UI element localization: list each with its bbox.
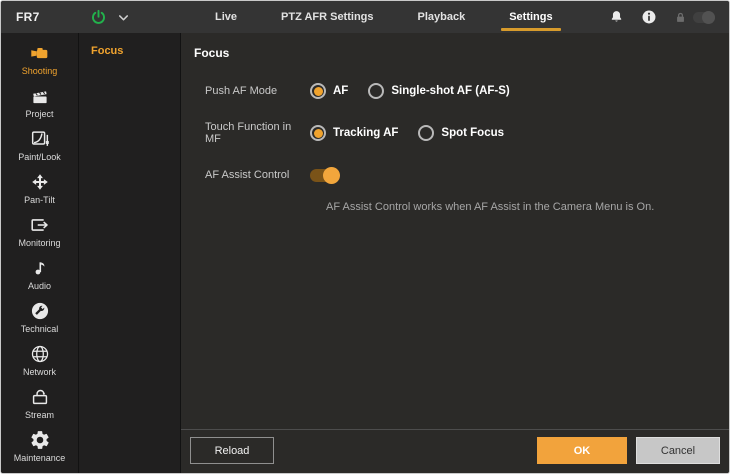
sidebar-item-label: Project <box>25 109 53 119</box>
settings-sidebar: Shooting Project <box>1 33 79 473</box>
sidebar-item-label: Paint/Look <box>18 152 61 162</box>
sidebar-item-network[interactable]: Network <box>1 341 78 379</box>
pan-tilt-icon <box>29 171 51 193</box>
sidebar-item-technical[interactable]: Technical <box>1 298 78 336</box>
tab-ptz-afr-settings[interactable]: PTZ AFR Settings <box>259 1 395 33</box>
af-assist-note: AF Assist Control works when AF Assist i… <box>326 201 654 213</box>
bell-icon <box>608 9 625 26</box>
tab-playback[interactable]: Playback <box>396 1 488 33</box>
radio-selected-icon <box>310 83 326 99</box>
radio-option-tracking-af[interactable]: Tracking AF <box>310 125 398 141</box>
topbar-icons <box>608 1 729 33</box>
sidebar-item-label: Pan-Tilt <box>24 195 55 205</box>
stream-icon <box>29 386 51 408</box>
setting-row-push-af-mode: Push AF Mode AF Single-shot AF (AF-S) <box>205 82 729 100</box>
power-button[interactable] <box>89 8 108 27</box>
sidebar-item-label: Technical <box>21 324 59 334</box>
radio-option-label: AF <box>333 85 348 97</box>
sidebar-item-pan-tilt[interactable]: Pan-Tilt <box>1 169 78 207</box>
touch-function-options: Tracking AF Spot Focus <box>310 125 504 141</box>
gear-icon <box>29 429 51 451</box>
reload-button[interactable]: Reload <box>190 437 274 464</box>
chevron-down-icon <box>116 10 131 25</box>
sidebar-item-stream[interactable]: Stream <box>1 384 78 422</box>
af-assist-note-row: AF Assist Control works when AF Assist i… <box>326 197 729 215</box>
sidebar-item-label: Shooting <box>22 66 58 76</box>
af-assist-toggle[interactable] <box>310 169 338 182</box>
screen-lock-control <box>673 10 715 25</box>
setting-label: Touch Function in MF <box>205 121 310 145</box>
setting-row-touch-function-in-mf: Touch Function in MF Tracking AF Spot Fo… <box>205 121 729 145</box>
sidebar-item-monitoring[interactable]: Monitoring <box>1 212 78 250</box>
power-group <box>89 1 131 33</box>
setting-label: Push AF Mode <box>205 85 310 97</box>
submenu-item-focus[interactable]: Focus <box>79 33 180 69</box>
push-af-mode-options: AF Single-shot AF (AF-S) <box>310 83 510 99</box>
sidebar-item-label: Audio <box>28 281 51 291</box>
power-menu-button[interactable] <box>116 10 131 25</box>
music-note-icon <box>30 257 50 279</box>
main-tabs: Live PTZ AFR Settings Playback Settings <box>193 1 575 33</box>
setting-label: AF Assist Control <box>205 169 310 181</box>
radio-option-label: Tracking AF <box>333 127 398 139</box>
radio-selected-icon <box>310 125 326 141</box>
camcorder-icon <box>28 42 52 64</box>
radio-option-label: Single-shot AF (AF-S) <box>391 85 509 97</box>
sidebar-item-label: Network <box>23 367 56 377</box>
settings-rows: Push AF Mode AF Single-shot AF (AF-S) T <box>181 60 729 215</box>
radio-unselected-icon <box>368 83 384 99</box>
ok-button[interactable]: OK <box>537 437 627 464</box>
app-window: FR7 Live PTZ AFR Settings Playbac <box>0 0 730 474</box>
tab-settings[interactable]: Settings <box>487 1 574 33</box>
paint-look-icon <box>29 128 51 150</box>
device-name: FR7 <box>1 1 89 33</box>
info-icon <box>640 8 658 26</box>
tab-live[interactable]: Live <box>193 1 259 33</box>
setting-row-af-assist-control: AF Assist Control <box>205 166 729 184</box>
wrench-icon <box>29 300 51 322</box>
radio-option-af[interactable]: AF <box>310 83 348 99</box>
top-bar: FR7 Live PTZ AFR Settings Playbac <box>1 1 729 33</box>
panel-title: Focus <box>181 33 729 60</box>
cancel-button[interactable]: Cancel <box>636 437 720 464</box>
radio-option-spot-focus[interactable]: Spot Focus <box>418 125 504 141</box>
sidebar-item-project[interactable]: Project <box>1 83 78 121</box>
settings-submenu: Focus <box>79 33 181 473</box>
toggle-knob <box>323 167 340 184</box>
sidebar-item-label: Maintenance <box>14 453 66 463</box>
lock-icon <box>673 10 688 25</box>
radio-option-label: Spot Focus <box>441 127 504 139</box>
af-assist-control <box>310 169 338 182</box>
content-area: Shooting Project <box>1 33 729 473</box>
focus-settings-panel: Focus Push AF Mode AF Single-shot AF (AF… <box>181 33 729 473</box>
info-button[interactable] <box>640 8 658 26</box>
radio-option-single-shot-af[interactable]: Single-shot AF (AF-S) <box>368 83 509 99</box>
clapperboard-icon <box>29 85 51 107</box>
lock-toggle-knob <box>702 11 715 24</box>
action-bar-right: OK Cancel <box>537 437 720 464</box>
sidebar-item-maintenance[interactable]: Maintenance <box>1 427 78 465</box>
power-icon <box>89 8 108 27</box>
sidebar-item-label: Monitoring <box>18 238 60 248</box>
monitoring-icon <box>29 214 51 236</box>
action-bar: Reload OK Cancel <box>181 429 729 473</box>
sidebar-item-paint-look[interactable]: Paint/Look <box>1 126 78 164</box>
sidebar-item-audio[interactable]: Audio <box>1 255 78 293</box>
lock-toggle[interactable] <box>693 12 715 23</box>
sidebar-item-shooting[interactable]: Shooting <box>1 40 78 78</box>
notifications-button[interactable] <box>608 9 625 26</box>
sidebar-item-label: Stream <box>25 410 54 420</box>
globe-icon <box>29 343 51 365</box>
radio-unselected-icon <box>418 125 434 141</box>
